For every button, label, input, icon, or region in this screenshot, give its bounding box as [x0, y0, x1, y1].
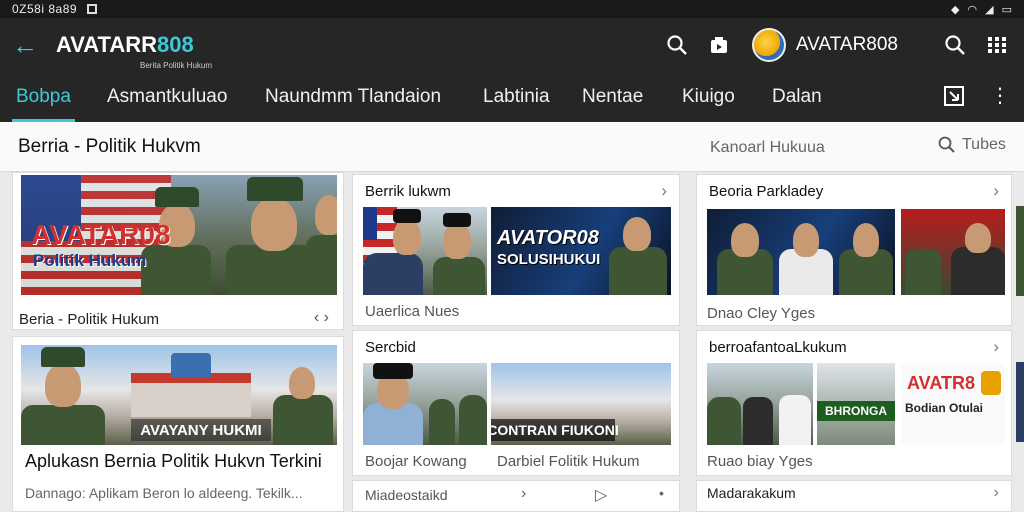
right-bottom-card[interactable]: berroafantoaLkukum › BHRONGA AVATR8 Bodi…: [696, 330, 1012, 476]
featured-desc: Dannago: Aplikam Beron lo aldeeng. Tekil…: [25, 485, 303, 501]
bookmark-icon[interactable]: ▷: [595, 485, 607, 505]
next-card-peek-2: [1016, 362, 1024, 442]
battery-icon: ▭: [1001, 3, 1012, 16]
middle-top-image-2: AVATOR08 SOLUSIHUKUI: [491, 207, 671, 295]
chevron-right-icon[interactable]: ›: [993, 181, 999, 201]
hero-image: AVATAR08 Politik Hukum: [21, 175, 337, 295]
hero-caption: Beria - Politik Hukum: [19, 311, 160, 328]
middle-bottom-banner: CONTRAN FIUKONI: [491, 419, 619, 441]
middle-bottom-image-1: [363, 363, 487, 445]
chevron-right-icon[interactable]: ›: [661, 181, 667, 201]
middle-top-overlay: AVATOR08: [497, 227, 599, 249]
search-icon[interactable]: [662, 30, 692, 60]
middle-footer-bar: Miadeostaikd › ▷ •: [352, 480, 680, 512]
right-footer-bar: Madarakakum ›: [696, 480, 1012, 512]
next-card-peek: [1016, 206, 1024, 296]
expand-icon[interactable]: [944, 86, 964, 106]
location-icon: ◆: [951, 3, 960, 16]
right-bottom-logo: AVATR8 Bodian Otulai: [901, 363, 1005, 445]
middle-bottom-caption-right: Darbiel Folitik Hukum: [497, 453, 640, 470]
right-top-caption: Dnao Cley Yges: [707, 305, 816, 322]
tab-label: Dalan: [772, 86, 822, 107]
middle-top-overlay-sub: SOLUSIHUKUI: [497, 251, 601, 268]
profile-avatar[interactable]: [751, 28, 786, 62]
section-header: Berria - Politik Hukvm Kanoarl Hukuua Tu…: [0, 122, 1024, 172]
middle-top-image-1: [363, 207, 487, 295]
brand-number: 808: [157, 32, 194, 57]
tab-label: Kiuigo: [682, 86, 735, 107]
middle-top-card[interactable]: Berrik lukwm › AVATOR08 SOLUSIHUKUI Uaer…: [352, 174, 680, 326]
filter-button[interactable]: Tubes: [938, 136, 1006, 154]
middle-bottom-heading: Sercbid: [365, 339, 416, 356]
tab-dalan[interactable]: Dalan: [772, 72, 822, 122]
right-top-image-2: [901, 209, 1005, 295]
hero-overlay-sub: Politik Hukum: [33, 251, 147, 270]
tab-label: Bobpa: [16, 86, 71, 107]
status-time: 0Z58i 8a89: [12, 2, 78, 16]
middle-bottom-card[interactable]: Sercbid CONTRAN FIUKONI Boojar Kowang Da…: [352, 330, 680, 476]
tab-label: Nentae: [582, 86, 644, 107]
tab-nentae[interactable]: Nentae: [582, 72, 643, 122]
middle-top-heading: Berrik lukwm: [365, 183, 451, 200]
right-bottom-logo-text: AVATR8: [907, 373, 976, 393]
tab-kiuigo[interactable]: Kiuigo: [682, 72, 735, 122]
right-bottom-image-2: BHRONGA: [817, 363, 895, 445]
wifi-icon: ◠: [967, 3, 978, 16]
status-bar: 0Z58i 8a89 ◆ ◠ ◢ ▭: [0, 0, 1024, 18]
featured-title[interactable]: Aplukasn Bernia Politik Hukvn Terkini: [25, 451, 322, 472]
middle-top-caption: Uaerlica Nues: [365, 303, 460, 320]
tab-label: Labtinia: [483, 86, 550, 107]
category-tabs: Bobpa Asmantkuluao Naundmm Tlandaion Lab…: [0, 72, 1024, 122]
tab-labtinia[interactable]: Labtinia: [483, 72, 550, 122]
chevron-right-icon[interactable]: ›: [521, 485, 526, 503]
search-small-icon: [938, 136, 955, 153]
middle-footer-label[interactable]: Miadeostaikd: [365, 487, 448, 503]
hero-overlay-title: AVATAR08: [31, 219, 171, 250]
middle-bottom-caption-left: Boojar Kowang: [365, 453, 467, 470]
app-logo: AVATARR808 Berita Politik Hukum: [56, 32, 212, 71]
middle-bottom-image-2: CONTRAN FIUKONI: [491, 363, 671, 445]
chevron-right-icon[interactable]: ›: [993, 337, 999, 357]
filter-label: Tubes: [962, 136, 1006, 153]
right-top-card[interactable]: Beoria Parkladey › Dnao Cley Yges: [696, 174, 1012, 326]
right-bottom-caption: Ruao biay Yges: [707, 453, 813, 470]
hero-card[interactable]: AVATAR08 Politik Hukum Beria - Politik H…: [12, 172, 344, 330]
right-bottom-heading: berroafantoaLkukum: [709, 339, 847, 356]
right-footer-label[interactable]: Madarakakum: [707, 485, 796, 501]
sort-label[interactable]: Kanoarl Hukuua: [710, 139, 825, 157]
brand-main: AVATARR: [56, 32, 158, 57]
tab-label: Naundmm Tlandaion: [265, 86, 442, 107]
featured-banner: AVAYANY HUKMI: [131, 419, 271, 441]
more-vert-icon[interactable]: ⋮: [990, 86, 1010, 106]
page-title: Berria - Politik Hukvm: [18, 135, 201, 157]
notification-icon: [87, 4, 98, 14]
chevron-right-icon[interactable]: ›: [994, 484, 999, 502]
back-arrow-icon[interactable]: ←: [10, 30, 40, 60]
share-icon[interactable]: [704, 30, 734, 60]
tab-asmantkuluao[interactable]: Asmantkuluao: [107, 72, 227, 122]
signal-icon: ◢: [985, 3, 994, 16]
right-bottom-banner: BHRONGA: [817, 401, 895, 421]
search-icon-secondary[interactable]: [940, 30, 970, 60]
dot-icon[interactable]: •: [659, 485, 664, 501]
tab-label: Asmantkuluao: [107, 86, 228, 107]
app-bar: ← AVATARR808 Berita Politik Hukum AVATAR…: [0, 18, 1024, 72]
featured-card[interactable]: AVAYANY HUKMI Aplukasn Bernia Politik Hu…: [12, 336, 344, 512]
tab-naundmm[interactable]: Naundmm Tlandaion: [265, 72, 441, 122]
right-bottom-logo-sub: Bodian Otulai: [905, 401, 983, 415]
featured-image: AVAYANY HUKMI: [21, 345, 337, 445]
right-bottom-image-1: [707, 363, 813, 445]
tab-bobpa[interactable]: Bobpa: [12, 72, 75, 122]
carousel-nav-icon[interactable]: ‹ ›: [314, 309, 329, 327]
right-top-image-1: [707, 209, 895, 295]
right-top-heading: Beoria Parkladey: [709, 183, 824, 200]
profile-name: AVATAR808: [795, 34, 898, 55]
grid-menu-icon[interactable]: [986, 34, 1008, 56]
